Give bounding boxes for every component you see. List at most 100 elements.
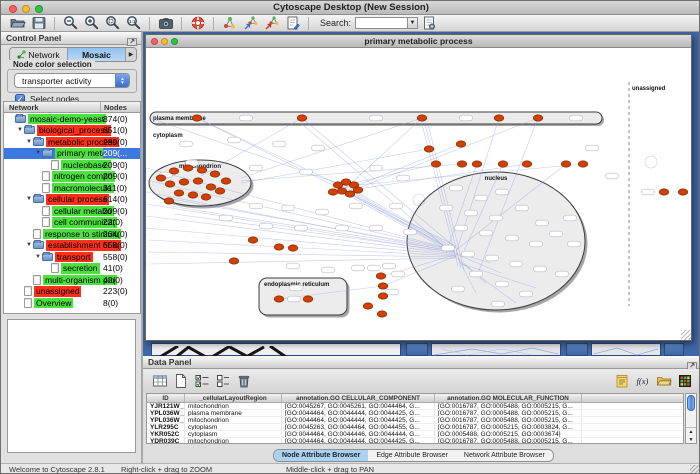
annotation-tool-button[interactable]: [284, 15, 301, 31]
table-cell: YPL036W__1: [147, 417, 185, 423]
tree-row-8[interactable]: cellular metabo209(0): [4, 205, 140, 217]
tree-row-14[interactable]: multi-organism pro42(0): [4, 274, 140, 286]
attribute-table-icon: [152, 373, 168, 389]
attribute-matrix-button[interactable]: [676, 373, 693, 389]
tree-row-12[interactable]: ▼transport558(0): [4, 251, 140, 263]
scroll-up-button[interactable]: ▲: [686, 428, 696, 436]
table-row-0[interactable]: YJR121W__1mitochondrion[GO:0045267, GO:0…: [147, 403, 683, 410]
table-row-4[interactable]: YKR052Ccytoplasm[GO:0044464, GO:0044446,…: [147, 431, 683, 438]
unselect-attributes-button[interactable]: [214, 373, 231, 389]
save-session-button[interactable]: [30, 15, 47, 31]
tree-row-15[interactable]: unassigned223(0): [4, 286, 140, 298]
tree-row-5[interactable]: nitrogen compo209(0): [4, 171, 140, 183]
tree-row-6[interactable]: macromolecule311(0): [4, 182, 140, 194]
attribute-table-button[interactable]: [151, 373, 168, 389]
table-row-3[interactable]: YLR295Ccytoplasm[GO:0045263, GO:0044464,…: [147, 424, 683, 431]
status-zoom-hint: Right-click + drag to ZOOM: [121, 465, 212, 474]
app-resize-grip[interactable]: [690, 465, 700, 474]
tree-row-count: 651(0): [103, 125, 140, 135]
background-window-overview[interactable]: [151, 343, 401, 356]
tree-row-label: biological_process: [37, 125, 111, 136]
tree-row-1[interactable]: ▼ biological_process651(0): [4, 125, 140, 137]
table-row-5[interactable]: YDR039C__1mitochondrion[GO:0044464, GO:0…: [147, 438, 683, 444]
function-builder-button[interactable]: f(x): [634, 373, 651, 389]
create-attribute-button[interactable]: [172, 373, 189, 389]
tree-row-3[interactable]: ▼primary metabo209(...: [4, 148, 140, 160]
search-input[interactable]: [355, 17, 407, 29]
network-tree-header: Network Nodes: [3, 101, 141, 113]
expand-arrow-icon[interactable]: ▼: [25, 242, 33, 248]
page-edit-icon: [285, 15, 301, 31]
expand-arrow-icon[interactable]: ▼: [25, 196, 33, 202]
network-icon: [222, 15, 238, 31]
tab-edge-attribute-browser[interactable]: Edge Attribute Browser: [368, 450, 456, 461]
birds-eye-view[interactable]: [7, 319, 136, 453]
column-header-0[interactable]: ID: [147, 394, 185, 402]
toolbar-separator: [54, 17, 55, 30]
tab-scroll-right-button[interactable]: ▶: [126, 48, 136, 61]
zoom-selected-button[interactable]: [104, 15, 121, 31]
tree-column-nodes: Nodes: [104, 103, 127, 112]
tree-row-10[interactable]: response to stimulu264(0): [4, 228, 140, 240]
file-icon: [42, 171, 50, 181]
open-session-button[interactable]: [9, 15, 26, 31]
column-header-1[interactable]: _cellularLayoutRegion: [185, 394, 282, 402]
zoom-fit-button[interactable]: 1:1: [125, 15, 142, 31]
zoom-out-button[interactable]: [62, 15, 79, 31]
table-cell: mitochondrion: [185, 417, 282, 423]
zoom-in-button[interactable]: [83, 15, 100, 31]
export-image-button[interactable]: [157, 15, 174, 31]
tree-row-13[interactable]: secretion41(0): [4, 263, 140, 275]
scrollbar-thumb[interactable]: [687, 395, 695, 411]
attribute-editor-button[interactable]: [613, 373, 630, 389]
status-welcome: Welcome to Cytoscape 2.8.1: [9, 465, 105, 474]
column-header-2[interactable]: annotation.GO CELLULAR_COMPONENT: [282, 394, 435, 402]
network-tool-button-2[interactable]: [242, 15, 259, 31]
network-tool-button-1[interactable]: [221, 15, 238, 31]
toolbar-separator: [308, 17, 309, 30]
scroll-down-button[interactable]: ▼: [686, 436, 696, 444]
tree-row-count: 209(0): [103, 206, 140, 216]
tree-row-9[interactable]: cell communicat22(0): [4, 217, 140, 229]
import-attributes-button[interactable]: [655, 373, 672, 389]
tree-row-count: 209(0): [103, 171, 140, 181]
help-button[interactable]: [189, 15, 206, 31]
select-attributes-button[interactable]: [193, 373, 210, 389]
expand-arrow-icon[interactable]: ▼: [34, 254, 42, 260]
folder-icon: [33, 138, 44, 146]
background-window-strip[interactable]: [591, 343, 661, 356]
tab-node-attribute-browser[interactable]: Node Attribute Browser: [274, 450, 368, 461]
background-window-strip[interactable]: [431, 343, 561, 356]
tree-row-11[interactable]: ▼establishment of lo558(0): [4, 240, 140, 252]
window-titlebar: Cytoscape Desktop (New Session): [1, 1, 700, 15]
window-resize-grip[interactable]: [681, 330, 691, 340]
tree-row-0[interactable]: mosaic-demo-yeast874(0): [4, 113, 140, 125]
tab-network-attribute-browser[interactable]: Network Attribute Browser: [456, 450, 553, 461]
node-color-dropdown[interactable]: transporter activity ▲▼: [14, 73, 130, 88]
expand-arrow-icon[interactable]: ▼: [25, 139, 33, 145]
background-window-titlebar[interactable]: [566, 343, 588, 356]
column-header-3[interactable]: annotation.GO MOLECULAR_FUNCTION: [435, 394, 582, 402]
network-canvas[interactable]: plasma membranecytoplasmmitochondrionnuc…: [146, 48, 691, 340]
tree-row-7[interactable]: ▼cellular process614(0): [4, 194, 140, 206]
table-row-1[interactable]: YPL036W__2plasma membrane[GO:0044464, GO…: [147, 410, 683, 417]
float-window-icon: [127, 36, 137, 46]
network-tool-button-3[interactable]: [263, 15, 280, 31]
tree-row-count: 614(0): [103, 194, 140, 204]
search-dropdown-button[interactable]: ▼: [407, 17, 418, 29]
expand-arrow-icon[interactable]: ▼: [16, 127, 24, 133]
background-window-titlebar[interactable]: [664, 343, 684, 356]
table-row-2[interactable]: YPL036W__1mitochondrion[GO:0044464, GO:0…: [147, 417, 683, 424]
zoom-selected-icon: [105, 15, 121, 31]
tree-row-2[interactable]: ▼metabolic process280(0): [4, 136, 140, 148]
tree-row-16[interactable]: Overview8(0): [4, 297, 140, 309]
delete-attribute-button[interactable]: [235, 373, 252, 389]
file-icon: [24, 298, 32, 308]
tree-row-count: 209(...: [103, 148, 140, 158]
tree-row-4[interactable]: nucleobase-209(0): [4, 159, 140, 171]
table-cell: YDR039C__1: [147, 438, 185, 444]
expand-arrow-icon[interactable]: ▼: [34, 150, 42, 156]
background-window-titlebar[interactable]: [406, 343, 428, 356]
search-options-button[interactable]: [420, 15, 437, 31]
file-icon: [24, 286, 32, 296]
